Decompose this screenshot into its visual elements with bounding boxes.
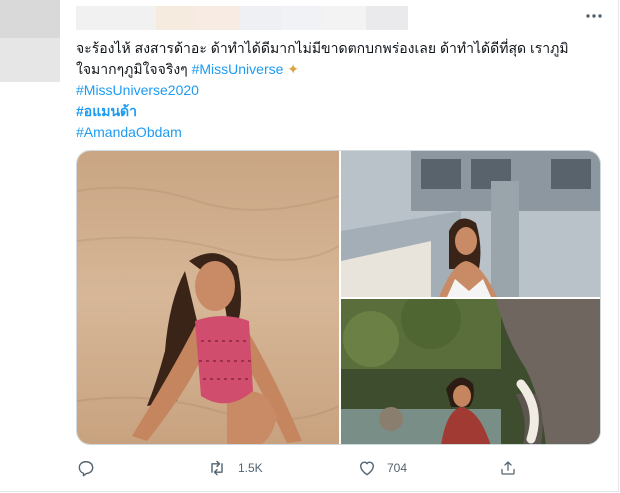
hashtag-missuniverse[interactable]: #MissUniverse [192,61,284,77]
hashtag-thai[interactable]: #อแมนด้า [76,101,606,122]
reply-button[interactable] [76,458,106,478]
tweet-actions: 1.5K 704 [76,458,516,480]
photo-elephant[interactable] [341,289,600,444]
share-icon [499,458,517,478]
more-icon[interactable] [584,10,604,22]
tweet-author-header[interactable] [76,6,408,30]
reply-icon [76,458,96,478]
like-count: 704 [387,461,408,475]
tweet-text: จะร้องไห้ สงสารด้าอะ ด้าทำได้ดีมากไม่มีข… [76,38,606,143]
retweet-count: 1.5K [238,461,263,475]
share-button[interactable] [499,458,517,478]
retweet-button[interactable]: 1.5K [206,458,263,478]
sparkle-icon: ✦ [287,61,300,77]
photo-building[interactable] [341,151,600,297]
tweet-line-1: จะร้องไห้ สงสารด้าอะ ด้าทำได้ดีมากไม่มีข… [76,40,569,56]
avatar-overlay [0,0,60,38]
tweet-line-2: ใจมากๆภูมิใจจริงๆ #MissUniverse ✦ [76,59,606,80]
tweet-media-grid [76,150,601,445]
hashtag-amandaobdam[interactable]: #AmandaObdam [76,122,606,143]
tweet-line-2-text: ใจมากๆภูมิใจจริงๆ [76,61,192,77]
retweet-icon [206,458,228,478]
hashtag-missuniverse2020[interactable]: #MissUniverse2020 [76,80,606,101]
photo-beach[interactable] [77,151,340,444]
heart-icon [357,458,377,478]
like-button[interactable]: 704 [357,458,407,478]
